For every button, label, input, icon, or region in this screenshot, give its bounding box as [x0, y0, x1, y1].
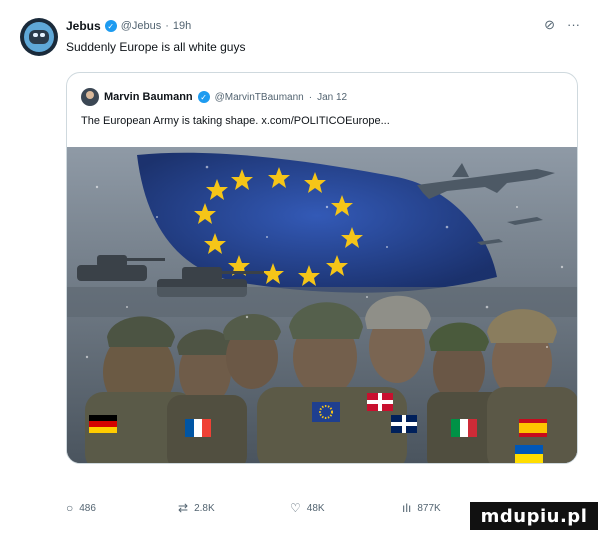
author-avatar[interactable] [20, 18, 58, 56]
views-count: 877K [417, 502, 441, 514]
like-count: 48K [306, 502, 325, 514]
quoted-tweet[interactable]: Marvin Baumann ✓ @MarvinTBaumann · Jan 1… [66, 72, 578, 464]
reply-icon: ○ [66, 501, 74, 515]
quoted-date: Jan 12 [317, 91, 348, 103]
tweet-top-icons: ⊘ ··· [544, 17, 580, 33]
grok-icon[interactable]: ⊘ [544, 17, 555, 33]
repost-icon: ⇄ [178, 501, 189, 515]
tweet-text: Suddenly Europe is all white guys [66, 40, 246, 54]
like-button[interactable]: ♡ 48K [290, 501, 402, 515]
quoted-text: The European Army is taking shape. x.com… [81, 115, 390, 127]
tweet-header: Jebus ✓ @Jebus · 19h [66, 19, 191, 33]
quoted-avatar [81, 88, 99, 106]
more-icon[interactable]: ··· [567, 17, 580, 33]
tweet[interactable]: Jebus ✓ @Jebus · 19h ⊘ ··· Suddenly Euro… [0, 0, 600, 534]
verified-badge-icon: ✓ [197, 91, 210, 103]
author-handle[interactable]: @Jebus [121, 20, 162, 32]
repost-button[interactable]: ⇄ 2.8K [178, 501, 290, 515]
author-name[interactable]: Jebus [66, 19, 101, 33]
verified-badge-icon: ✓ [104, 20, 117, 32]
quoted-author-name: Marvin Baumann [104, 91, 193, 103]
site-watermark: mdupiu.pl [470, 502, 598, 530]
separator-dot: · [308, 91, 313, 103]
soldiers [85, 295, 577, 463]
reply-count: 486 [79, 502, 96, 514]
quoted-media-image[interactable] [67, 147, 577, 463]
quoted-handle: @MarvinTBaumann [214, 91, 304, 103]
analytics-icon: ılı [402, 501, 412, 515]
reply-button[interactable]: ○ 486 [66, 501, 178, 515]
soldiers-illustration [67, 147, 577, 463]
heart-icon: ♡ [290, 501, 301, 515]
quoted-header: Marvin Baumann ✓ @MarvinTBaumann · Jan 1… [81, 88, 347, 106]
tweet-time[interactable]: 19h [173, 20, 191, 32]
repost-count: 2.8K [194, 502, 215, 514]
separator-dot: · [165, 20, 169, 32]
